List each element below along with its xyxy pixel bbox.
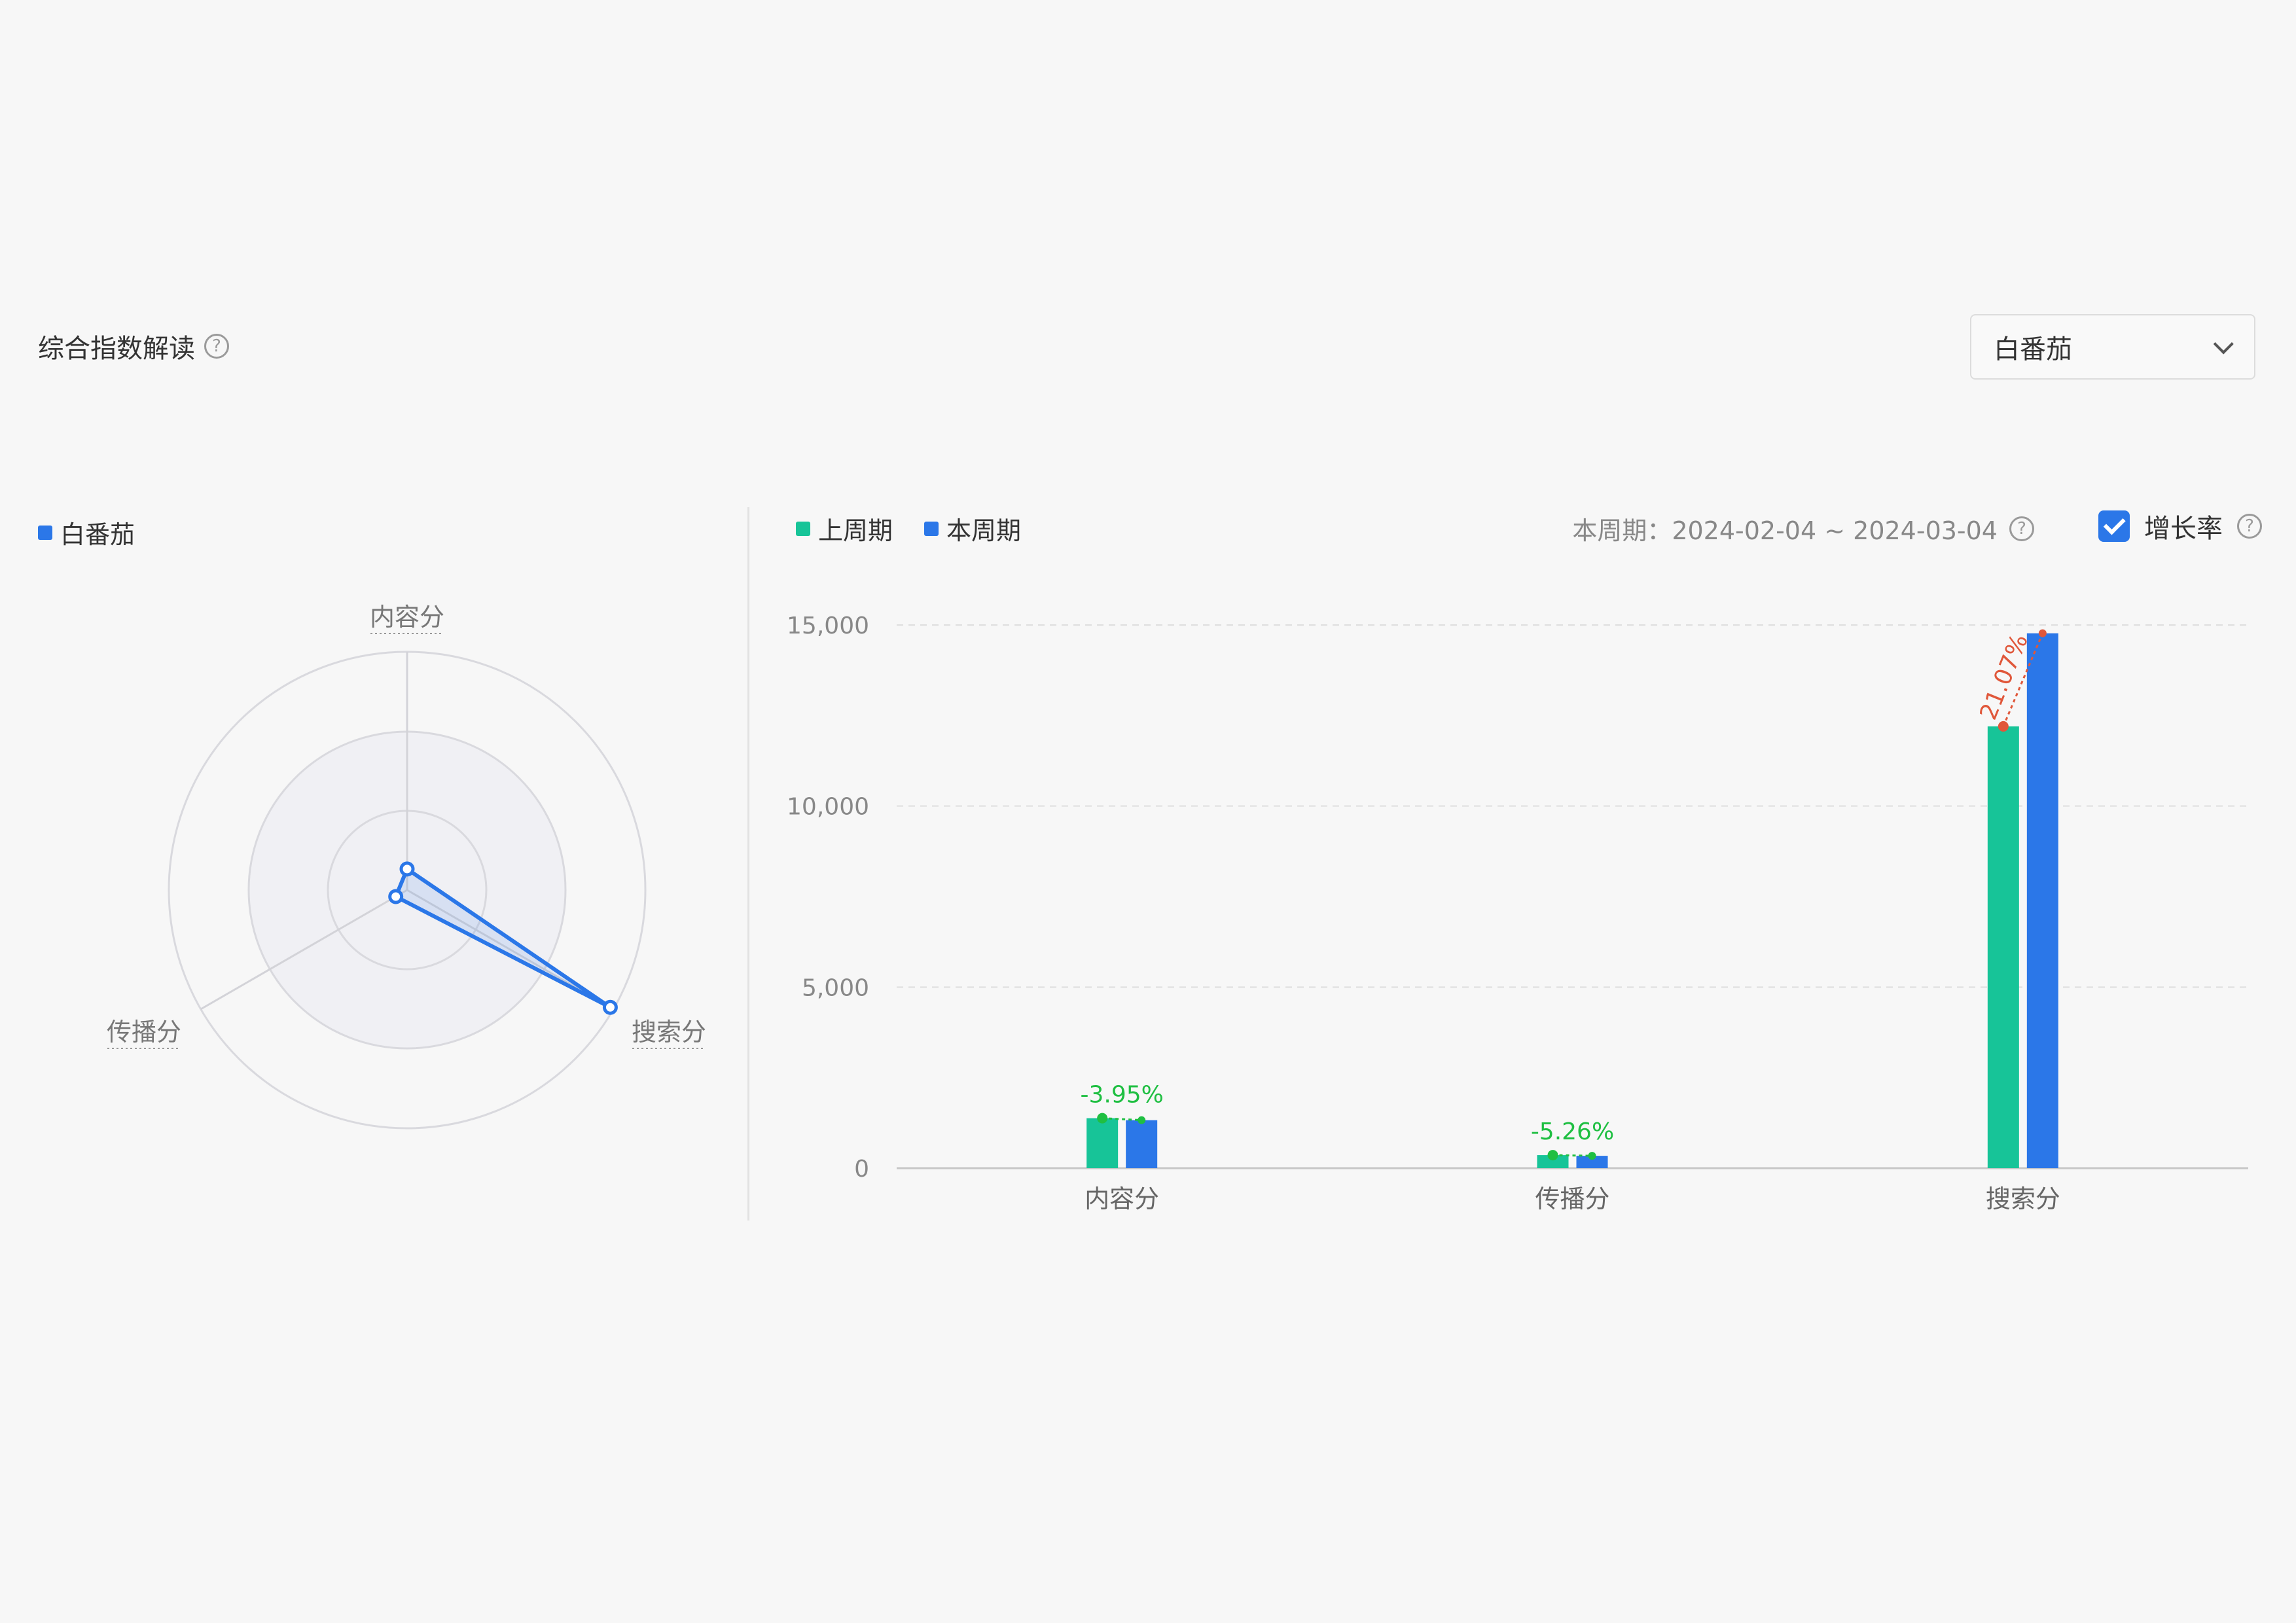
radar-axis-label: 搜索分 [632,1018,706,1046]
bar-current[interactable] [2026,633,2058,1168]
bar-chart: 05,00010,00015,000内容分-3.95%传播分-5.26%搜索分2… [787,613,2248,1213]
chevron-down-icon [2213,334,2234,355]
section-header: 综合指数解读 ? [38,327,229,365]
growth-label: -5.26% [1531,1118,1614,1145]
legend-swatch [38,525,52,540]
brand-select[interactable]: 白番茄 [1970,314,2255,380]
legend-swatch-green [796,521,810,536]
y-tick-label: 0 [854,1156,869,1183]
radar-axis-label: 传播分 [107,1018,181,1046]
x-tick-label: 内容分 [1085,1185,1159,1213]
radar-point[interactable] [399,861,415,877]
growth-dot [1588,1152,1596,1160]
growth-dot [1547,1150,1558,1161]
growth-help-icon[interactable]: ? [2237,514,2262,539]
x-tick-label: 搜索分 [1986,1185,2060,1213]
bar-legend: 上周期 本周期 [796,510,1021,546]
bar-prev[interactable] [1086,1118,1119,1168]
growth-toggle[interactable]: 增长率 ? [2098,507,2262,545]
growth-dot [1138,1116,1146,1124]
radar-point[interactable] [388,889,404,904]
growth-checkbox[interactable] [2098,510,2130,542]
y-tick-label: 15,000 [787,613,869,639]
growth-dot [2038,629,2047,637]
brand-select-value: 白番茄 [1994,334,2072,365]
legend-item-current[interactable]: 本周期 [924,510,1021,546]
y-tick-label: 10,000 [787,794,869,821]
y-tick-label: 5,000 [802,974,869,1001]
growth-label: 增长率 [2144,514,2223,544]
page-title: 综合指数解读 [38,334,195,364]
radar-chart: 内容分传播分 搜索分 [107,603,706,1130]
legend-label-prev: 上周期 [818,516,893,545]
x-tick-label: 传播分 [1535,1185,1609,1213]
period-info: 本周期：2024-02-04 ~ 2024-03-04 ? [1572,510,2034,546]
legend-item-prev[interactable]: 上周期 [796,510,893,546]
help-icon[interactable]: ? [204,334,229,359]
growth-dot [1097,1113,1108,1124]
period-text: 本周期：2024-02-04 ~ 2024-03-04 [1572,516,1998,545]
radar-legend: 白番茄 [38,514,135,550]
growth-label: -3.95% [1080,1082,1163,1109]
radar-point[interactable] [602,999,618,1015]
legend-swatch-blue [924,521,939,536]
radar-axis-label: 内容分 [370,603,444,632]
bar-prev[interactable] [1987,726,2019,1168]
bar-current[interactable] [1126,1120,1158,1168]
period-help-icon[interactable]: ? [2009,516,2034,541]
radar-legend-label: 白番茄 [60,520,135,549]
divider [747,507,749,1221]
legend-label-current: 本周期 [946,516,1022,545]
